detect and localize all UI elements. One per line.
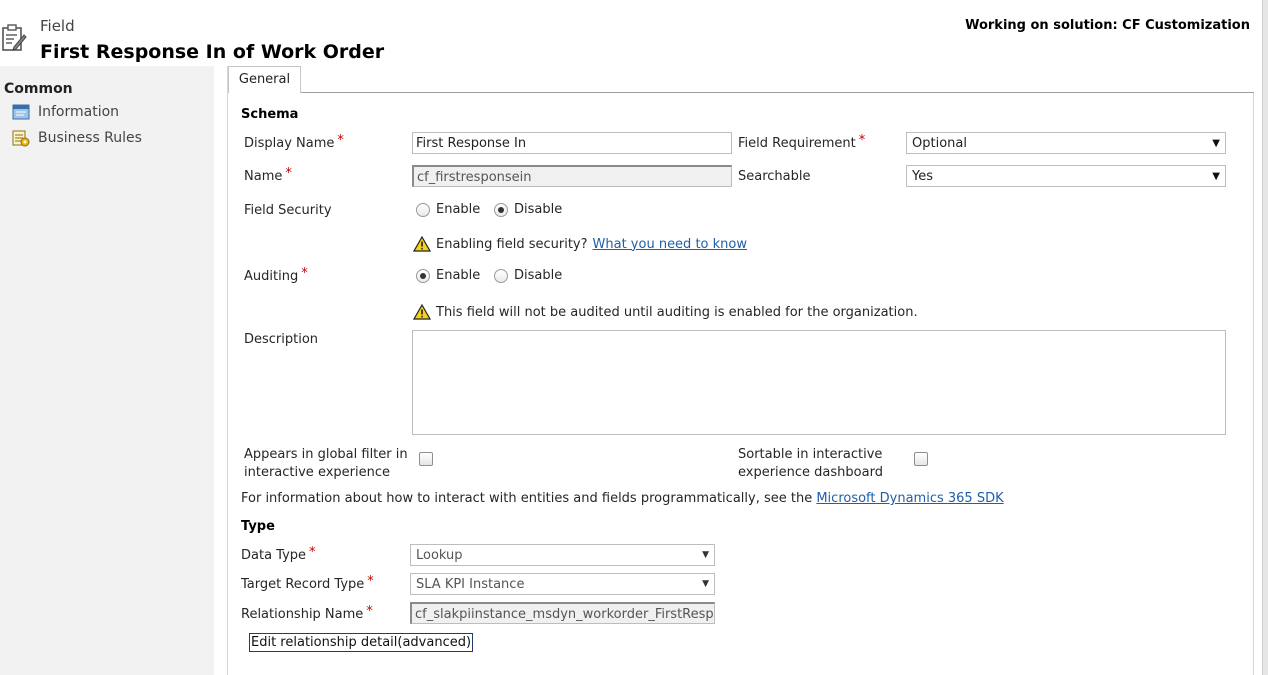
required-marker: * [367,574,374,589]
edit-relationship-button[interactable]: Edit relationship detail(advanced) [249,633,474,652]
name-input[interactable]: cf_firstresponsein [412,165,732,187]
dropdown-arrow-icon: ▼ [702,579,709,589]
global-filter-label: Appears in global filter in interactive … [244,447,408,480]
business-rules-icon [12,130,30,147]
required-marker: * [858,133,866,148]
target-record-type-select[interactable]: SLA KPI Instance ▼ [410,573,715,595]
radio-button[interactable] [494,202,508,217]
field-security-enable-radio[interactable]: Enable [416,202,480,217]
tab-underline [228,92,1254,93]
schema-section-title: Schema [241,107,299,122]
nav-item-label: Business Rules [38,130,142,146]
auditing-disable-radio[interactable]: Disable [494,268,562,283]
required-marker: * [337,133,344,148]
content-border [1253,92,1254,675]
global-filter-checkbox[interactable] [419,452,433,466]
page-title: First Response In of Work Order [40,41,385,63]
auditing-warning: This field will not be audited until aud… [413,304,918,320]
warning-icon [413,236,431,252]
window-scrollbar[interactable] [1262,0,1268,675]
required-marker: * [301,266,308,281]
content-border [227,66,228,675]
nav-item-business-rules[interactable]: Business Rules [12,129,142,147]
field-security-label: Field Security [244,203,332,218]
type-section-title: Type [241,519,275,534]
left-navigation [0,66,214,675]
warning-text: Enabling field security? [436,236,588,252]
field-security-warning: Enabling field security? What you need t… [413,236,747,252]
field-edit-icon [0,22,28,56]
information-icon [12,104,30,120]
entity-type-label: Field [40,17,75,35]
data-type-label: Data Type * [241,545,316,563]
sdk-link[interactable]: Microsoft Dynamics 365 SDK [816,491,1003,506]
what-you-need-to-know-link[interactable]: What you need to know [593,237,747,252]
target-record-type-label: Target Record Type * [241,574,374,592]
field-security-disable-radio[interactable]: Disable [494,202,562,217]
required-marker: * [366,604,373,619]
nav-item-label: Information [38,104,120,120]
radio-label: Disable [514,202,563,217]
searchable-label: Searchable [738,169,811,184]
warning-icon [413,304,431,320]
dropdown-arrow-icon: ▼ [1212,170,1220,182]
sortable-label: Sortable in interactive experience dashb… [738,447,883,480]
solution-indicator: Working on solution: CF Customization [965,18,1250,33]
dropdown-arrow-icon: ▼ [702,550,709,560]
relationship-name-label: Relationship Name * [241,604,373,622]
select-value: Yes [912,168,933,184]
relationship-name-input[interactable]: cf_slakpiinstance_msdyn_workorder_FirstR… [410,602,715,624]
radio-label: Enable [436,202,481,217]
sortable-checkbox[interactable] [914,452,928,466]
description-textarea[interactable] [412,330,1226,435]
radio-label: Disable [514,268,563,283]
display-name-input[interactable]: First Response In [412,132,732,154]
field-requirement-label: Field Requirement * [738,133,866,151]
auditing-label: Auditing * [244,266,308,284]
display-name-label: Display Name * [244,133,344,151]
sdk-info-text: For information about how to interact wi… [241,491,1004,506]
auditing-enable-radio[interactable]: Enable [416,268,480,283]
sdk-info-prefix: For information about how to interact wi… [241,491,813,506]
tab-general[interactable]: General [228,66,301,93]
radio-button[interactable] [494,268,508,283]
radio-button[interactable] [416,202,430,217]
required-marker: * [285,166,292,181]
dropdown-arrow-icon: ▼ [1212,137,1220,149]
field-requirement-select[interactable]: Optional ▼ [906,132,1226,154]
data-type-select[interactable]: Lookup ▼ [410,544,715,566]
radio-label: Enable [436,268,481,283]
select-value: Optional [912,135,967,151]
required-marker: * [309,545,316,560]
warning-text: This field will not be audited until aud… [436,304,918,320]
nav-section-heading: Common [4,81,73,97]
description-label: Description [244,332,319,347]
searchable-select[interactable]: Yes ▼ [906,165,1226,187]
select-value: SLA KPI Instance [416,576,525,592]
name-label: Name * [244,166,292,184]
radio-button[interactable] [416,268,430,283]
nav-item-information[interactable]: Information [12,104,119,120]
select-value: Lookup [416,547,463,563]
